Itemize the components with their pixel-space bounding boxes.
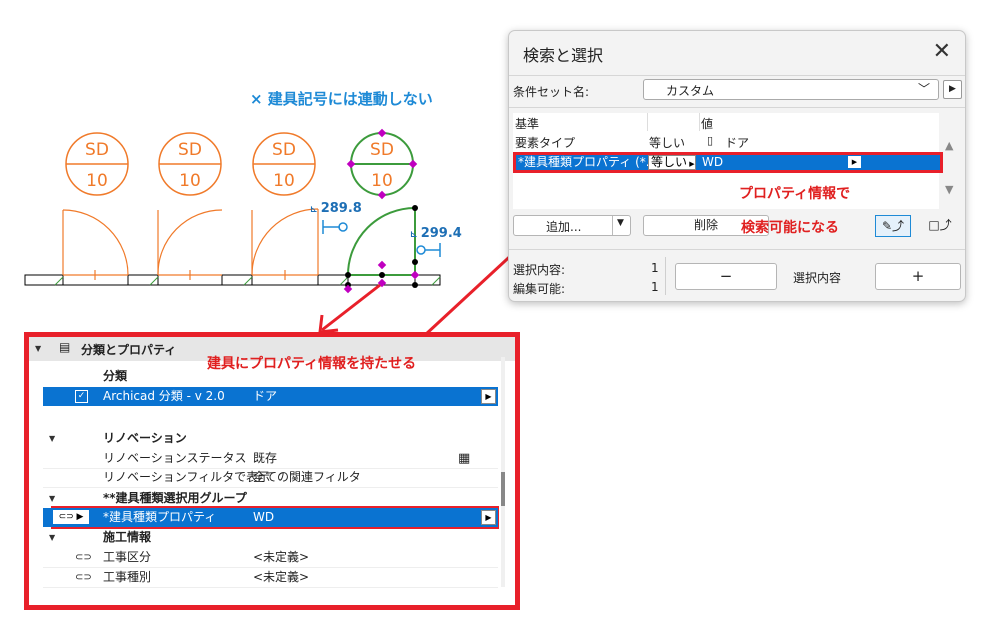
- criteria-table[interactable]: 基準 値 要素タイプ 等しい ▯ ドア *建具種類プロパティ (*... 等しい…: [513, 113, 943, 209]
- scrollbar-thumb[interactable]: [501, 472, 505, 506]
- property-menu-arrow-icon[interactable]: ▶: [481, 510, 496, 525]
- editable-label: 編集可能:: [513, 282, 566, 296]
- symbol-4-bottom: 10: [371, 171, 393, 191]
- renovation-filter-row[interactable]: リノベーションフィルタで表示 全ての関連フィルタ: [43, 468, 498, 488]
- selection-count: 1: [651, 261, 659, 275]
- symbol-2-bottom: 10: [179, 171, 201, 191]
- link-icon: ⊂⊃: [75, 572, 92, 583]
- plus-button[interactable]: +: [875, 263, 961, 290]
- add-criterion-button[interactable]: 追加... ▼: [513, 215, 631, 236]
- criteria-row-criterion: *建具種類プロパティ (*...: [518, 155, 658, 169]
- wall-hatch: [24, 274, 441, 286]
- classification-properties-panel[interactable]: ▼ ▤ 分類とプロパティ 建具にプロパティ情報を持たせる 分類 ✓ Archic…: [24, 332, 520, 610]
- classification-name: Archicad 分類 - v 2.0: [103, 389, 225, 403]
- renovation-status-row[interactable]: リノベーションステータス 既存 ▦: [43, 449, 498, 469]
- scroll-down-icon[interactable]: ▼: [945, 183, 953, 196]
- door-type-property-name: *建具種類プロパティ: [103, 510, 217, 524]
- criteria-set-value: カスタム: [666, 84, 715, 98]
- divider: [509, 249, 965, 250]
- eyedropper-icon[interactable]: ✎⤴: [875, 215, 911, 237]
- criteria-row-element-type[interactable]: 要素タイプ 等しい ▯ ドア: [515, 134, 935, 151]
- header-criterion: 基準: [515, 117, 540, 131]
- link-arrow-icon[interactable]: ⊂⊃ ▶: [53, 510, 89, 524]
- criteria-row-property[interactable]: *建具種類プロパティ (*... 等しい ▶ WD ▶: [516, 155, 940, 170]
- classification-value: ドア: [253, 389, 278, 403]
- selection-label: 選択内容:: [513, 263, 566, 277]
- criteria-row-criterion: 要素タイプ: [515, 136, 576, 150]
- panel-section-title: 分類とプロパティ: [81, 343, 177, 357]
- value-menu-arrow-icon[interactable]: ▶: [848, 156, 861, 168]
- marquee-select-icon[interactable]: □⤴: [923, 215, 957, 235]
- construction-row-2[interactable]: ⊂⊃ 工事種別 <未定義>: [43, 568, 498, 588]
- dialog-title: 検索と選択: [523, 46, 604, 65]
- criteria-set-label: 条件セット名:: [513, 85, 590, 99]
- criteria-row-value: ドア: [725, 136, 750, 150]
- criteria-set-menu-arrow-icon[interactable]: ▶: [943, 80, 962, 99]
- dimension-label-1[interactable]: ⊾ 289.8: [310, 201, 362, 216]
- note-property-info: プロパティ情報で: [739, 186, 851, 202]
- symbol-3-top: SD: [272, 140, 296, 160]
- symbol-2-top: SD: [178, 140, 202, 160]
- classification-menu-arrow-icon[interactable]: ▶: [481, 389, 496, 404]
- brick-wall-icon: ▦: [458, 451, 471, 466]
- close-icon[interactable]: ✕: [933, 39, 951, 64]
- door-type-property-value: WD: [253, 510, 275, 524]
- operator-dropdown[interactable]: 等しい ▶: [648, 155, 696, 170]
- construction-row-1[interactable]: ⊂⊃ 工事区分 <未定義>: [43, 548, 498, 568]
- renovation-header-row[interactable]: ▼ リノベーション: [43, 429, 498, 448]
- door-icon: ▯: [707, 134, 714, 147]
- link-icon: ⊂⊃: [75, 552, 92, 563]
- classification-row[interactable]: ✓ Archicad 分類 - v 2.0 ドア ▶: [43, 387, 498, 406]
- symbol-1-top: SD: [85, 140, 109, 160]
- dimension-label-2[interactable]: ⊾ 299.4: [410, 226, 462, 241]
- divider: [509, 107, 965, 108]
- section-icon: ▤: [59, 340, 71, 354]
- header-value: 値: [701, 117, 714, 131]
- editable-count: 1: [651, 280, 659, 294]
- symbol-3-bottom: 10: [273, 171, 295, 191]
- criteria-set-combo[interactable]: カスタム ﹀: [643, 79, 939, 100]
- criteria-row-value: WD: [702, 155, 724, 169]
- classification-header: 分類: [103, 369, 128, 383]
- search-select-dialog[interactable]: 検索と選択 ✕ 条件セット名: カスタム ﹀ ▶ 基準 値 要素タイプ 等しい …: [508, 30, 966, 302]
- door-type-property-row[interactable]: ⊂⊃ ▶ *建具種類プロパティ WD ▶: [43, 508, 498, 527]
- criteria-row-operator[interactable]: 等しい: [649, 134, 685, 151]
- chevron-down-icon: ▼: [617, 218, 624, 228]
- symbol-1-bottom: 10: [86, 171, 108, 191]
- chevron-down-icon: ﹀: [917, 82, 930, 96]
- minus-button[interactable]: −: [675, 263, 777, 290]
- symbol-4-top: SD: [370, 140, 394, 160]
- checkbox-icon[interactable]: ✓: [75, 390, 88, 403]
- scroll-up-icon[interactable]: ▲: [945, 139, 953, 152]
- divider: [509, 75, 965, 76]
- collapse-icon[interactable]: ▼: [35, 344, 41, 353]
- door-swings: [62, 208, 319, 280]
- note-searchable: 検索可能になる: [741, 220, 839, 236]
- selection-center-label: 選択内容: [793, 271, 842, 285]
- construction-header-row[interactable]: ▼ 施工情報: [43, 528, 498, 547]
